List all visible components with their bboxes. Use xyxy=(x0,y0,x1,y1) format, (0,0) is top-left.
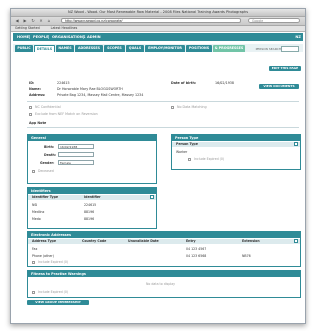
site-logo: NZ xyxy=(295,35,301,39)
tab-quals[interactable]: QUALS xyxy=(126,45,144,52)
bookmark-item[interactable]: Latest Headlines xyxy=(51,26,78,30)
identifier-type-cell: Medo xyxy=(32,217,41,221)
id-value: 224615 xyxy=(57,81,70,85)
identifier-cell: 88196 xyxy=(84,210,95,214)
address-value: Private Bag 1234, Massey Mail Centre, Ma… xyxy=(57,93,144,97)
person-search-label: PERSON SEARCH xyxy=(255,47,281,51)
expand-icon[interactable] xyxy=(294,239,298,243)
address-type-header: Address Type xyxy=(32,239,56,243)
main-nav: HOME PEOPLE ORGANISATIONS ADMIN NZ xyxy=(13,33,303,41)
general-panel: General Birth: 16/02/1938 Death: Gender:… xyxy=(27,134,157,184)
tab-progresses[interactable]: & PROGRESSES xyxy=(213,45,245,52)
browser-search-input[interactable]: Google xyxy=(248,18,300,23)
dob-label: Date of birth: xyxy=(171,81,197,85)
identifier-type-cell: Medlinx xyxy=(32,210,45,214)
include-expired-checkbox[interactable] xyxy=(188,158,191,161)
include-expired-checkbox[interactable] xyxy=(32,261,35,264)
no-data-matching-label: No Data Matching xyxy=(177,105,207,109)
nav-divider xyxy=(48,35,49,39)
forward-icon[interactable]: ▶ xyxy=(22,18,28,24)
tab-scopes[interactable]: SCOPES xyxy=(104,45,125,52)
death-label: Death: xyxy=(44,153,57,157)
deceased-checkbox[interactable] xyxy=(32,170,35,173)
address-type-cell: Phone (other) xyxy=(32,254,54,258)
app-note-label: App Note xyxy=(29,121,47,125)
electronic-addresses-panel: Electronic Addresses Address Type Countr… xyxy=(27,231,301,267)
tab-public[interactable]: PUBLIC xyxy=(15,45,33,52)
death-field[interactable] xyxy=(58,152,94,157)
include-expired-checkbox[interactable] xyxy=(32,291,35,294)
nav-divider xyxy=(83,35,84,39)
address-label: Address: xyxy=(29,93,46,97)
nc-confidential-checkbox[interactable] xyxy=(29,106,32,109)
entry-header: Entry xyxy=(186,239,196,243)
home-icon[interactable]: ⌂ xyxy=(46,18,52,24)
identifier-header: Identifier xyxy=(84,195,101,199)
dob-value: 16/02/1938 xyxy=(215,81,235,85)
expand-icon[interactable] xyxy=(294,142,298,146)
tab-addresses[interactable]: ADDRESSES xyxy=(75,45,103,52)
name-value: Dr Honorable Mary Rae BLOGGSWORTH xyxy=(57,87,123,91)
divider xyxy=(27,101,299,102)
name-label: Name: xyxy=(29,87,41,91)
person-type-panel: Person Type Person Type Worker Include E… xyxy=(171,134,301,170)
include-expired-label: Include Expired (0) xyxy=(38,260,69,264)
gender-select[interactable]: Female xyxy=(58,160,94,165)
exclude-checkbox[interactable] xyxy=(29,113,32,116)
entry-cell: 04 123 6568 xyxy=(186,254,207,258)
include-expired-label: Include Expired (0) xyxy=(194,157,225,161)
electronic-addresses-panel-title: Electronic Addresses xyxy=(28,232,300,238)
person-type-row: Worker xyxy=(176,150,188,154)
page-content: HOME PEOPLE ORGANISATIONS ADMIN NZ PUBLI… xyxy=(11,32,305,323)
identifier-type-cell: NSI xyxy=(32,203,38,207)
exclude-label: Exclude from NEF Match on Reversion xyxy=(35,112,98,116)
expand-icon[interactable] xyxy=(150,195,154,199)
window-title: NZ Wood - Wood. Our Most Renewable Raw M… xyxy=(11,9,305,17)
birth-label: Birth: xyxy=(44,145,55,149)
birth-field[interactable]: 16/02/1938 xyxy=(58,144,94,149)
nav-admin[interactable]: ADMIN xyxy=(85,34,103,40)
identifiers-panel-title: Identifiers xyxy=(28,188,156,194)
id-label: ID: xyxy=(29,81,35,85)
include-expired-label: Include Expired (0) xyxy=(38,290,69,294)
general-panel-title: General xyxy=(28,135,156,141)
country-code-header: Country Code xyxy=(82,239,107,243)
view-documents-button[interactable]: VIEW DOCUMENTS xyxy=(259,84,299,89)
stop-icon[interactable]: ✕ xyxy=(38,18,44,24)
edit-page-button[interactable]: EDIT THIS PAGE xyxy=(269,66,301,71)
identifier-cell: 224615 xyxy=(84,203,97,207)
person-type-header: Person Type xyxy=(176,142,198,146)
fitness-warnings-panel-title: Fitness to Practise Warnings xyxy=(28,271,300,277)
tab-names[interactable]: NAMES xyxy=(56,45,74,52)
extension-header: Extension xyxy=(242,239,260,243)
tab-employ-monitor[interactable]: EMPLOY/MONITOR xyxy=(145,45,185,52)
address-type-cell: Fax xyxy=(32,247,38,251)
nav-organisations[interactable]: ORGANISATIONS xyxy=(50,34,87,40)
identifiers-panel: Identifiers Identifier Type Identifier N… xyxy=(27,187,157,229)
browser-window: NZ Wood - Wood. Our Most Renewable Raw M… xyxy=(10,8,306,324)
entry-cell: 04 123 4567 xyxy=(186,247,207,251)
nc-confidential-label: NC Confidential xyxy=(35,105,61,109)
empty-message: No data to display xyxy=(146,282,176,286)
tab-positions[interactable]: POSITIONS xyxy=(186,45,212,52)
gender-label: Gender: xyxy=(40,161,55,165)
divider xyxy=(27,127,299,128)
person-search-input[interactable] xyxy=(281,46,299,52)
browser-toolbar: ◀ ▶ ↻ ✕ ⌂ http://www.nzwood.co.nz/corpor… xyxy=(11,17,305,26)
address-bar[interactable]: http://www.nzwood.co.nz/corporate/ xyxy=(61,18,241,23)
tab-details[interactable]: DETAILS xyxy=(34,45,55,52)
fitness-warnings-panel: Fitness to Practise Warnings No data to … xyxy=(27,270,301,298)
person-type-panel-title: Person Type xyxy=(172,135,300,141)
no-data-matching-checkbox[interactable] xyxy=(171,106,174,109)
bookmark-item[interactable]: Getting Started xyxy=(15,26,40,30)
reload-icon[interactable]: ↻ xyxy=(30,18,36,24)
identifier-cell: 88196 xyxy=(84,217,95,221)
deceased-label: Deceased xyxy=(38,169,54,173)
nav-divider xyxy=(29,35,30,39)
back-icon[interactable]: ◀ xyxy=(14,18,20,24)
view-group-membership-button[interactable]: VIEW GROUP MEMBERSHIP MANAGEMENT xyxy=(27,300,89,309)
unavailable-date-header: Unavailable Date xyxy=(128,239,159,243)
extension-cell: NB76 xyxy=(242,254,251,258)
identifier-type-header: Identifier Type xyxy=(32,195,59,199)
